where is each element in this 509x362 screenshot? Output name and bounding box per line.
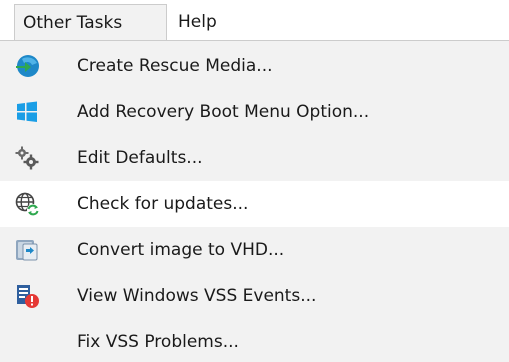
menu-item-add-recovery-boot-option[interactable]: Add Recovery Boot Menu Option... bbox=[0, 89, 509, 135]
menu-item-label: Check for updates... bbox=[77, 194, 249, 214]
menu-item-label: Edit Defaults... bbox=[77, 148, 203, 168]
rescue-media-icon bbox=[14, 53, 40, 79]
menu-item-label: View Windows VSS Events... bbox=[77, 286, 317, 306]
menu-help-label: Help bbox=[178, 12, 217, 32]
windows-logo-icon bbox=[14, 99, 40, 125]
menu-item-edit-defaults[interactable]: Edit Defaults... bbox=[0, 135, 509, 181]
menu-screen: Other Tasks Help Create Rescue Media... bbox=[0, 0, 509, 362]
menu-item-label: Add Recovery Boot Menu Option... bbox=[77, 102, 370, 122]
menu-bar: Other Tasks Help bbox=[0, 0, 509, 40]
globe-update-icon bbox=[14, 191, 40, 217]
menu-item-convert-to-vhd[interactable]: Convert image to VHD... bbox=[0, 227, 509, 273]
menu-item-label: Convert image to VHD... bbox=[77, 240, 285, 260]
menu-item-create-rescue-media[interactable]: Create Rescue Media... bbox=[0, 43, 509, 89]
menu-item-label: Create Rescue Media... bbox=[77, 56, 273, 76]
vss-events-warning-icon bbox=[14, 283, 40, 309]
menu-item-check-for-updates[interactable]: Check for updates... bbox=[0, 181, 509, 227]
menu-item-view-vss-events[interactable]: View Windows VSS Events... bbox=[0, 273, 509, 319]
menu-item-fix-vss-problems[interactable]: Fix VSS Problems... bbox=[0, 319, 509, 362]
vhd-convert-icon bbox=[14, 237, 40, 263]
other-tasks-dropdown: Create Rescue Media... Add Recovery Boot… bbox=[0, 40, 509, 362]
menu-item-label: Fix VSS Problems... bbox=[77, 332, 239, 352]
menu-help[interactable]: Help bbox=[174, 4, 254, 40]
menu-other-tasks[interactable]: Other Tasks bbox=[14, 4, 167, 40]
menu-other-tasks-label: Other Tasks bbox=[23, 13, 123, 33]
gears-icon bbox=[14, 145, 40, 171]
